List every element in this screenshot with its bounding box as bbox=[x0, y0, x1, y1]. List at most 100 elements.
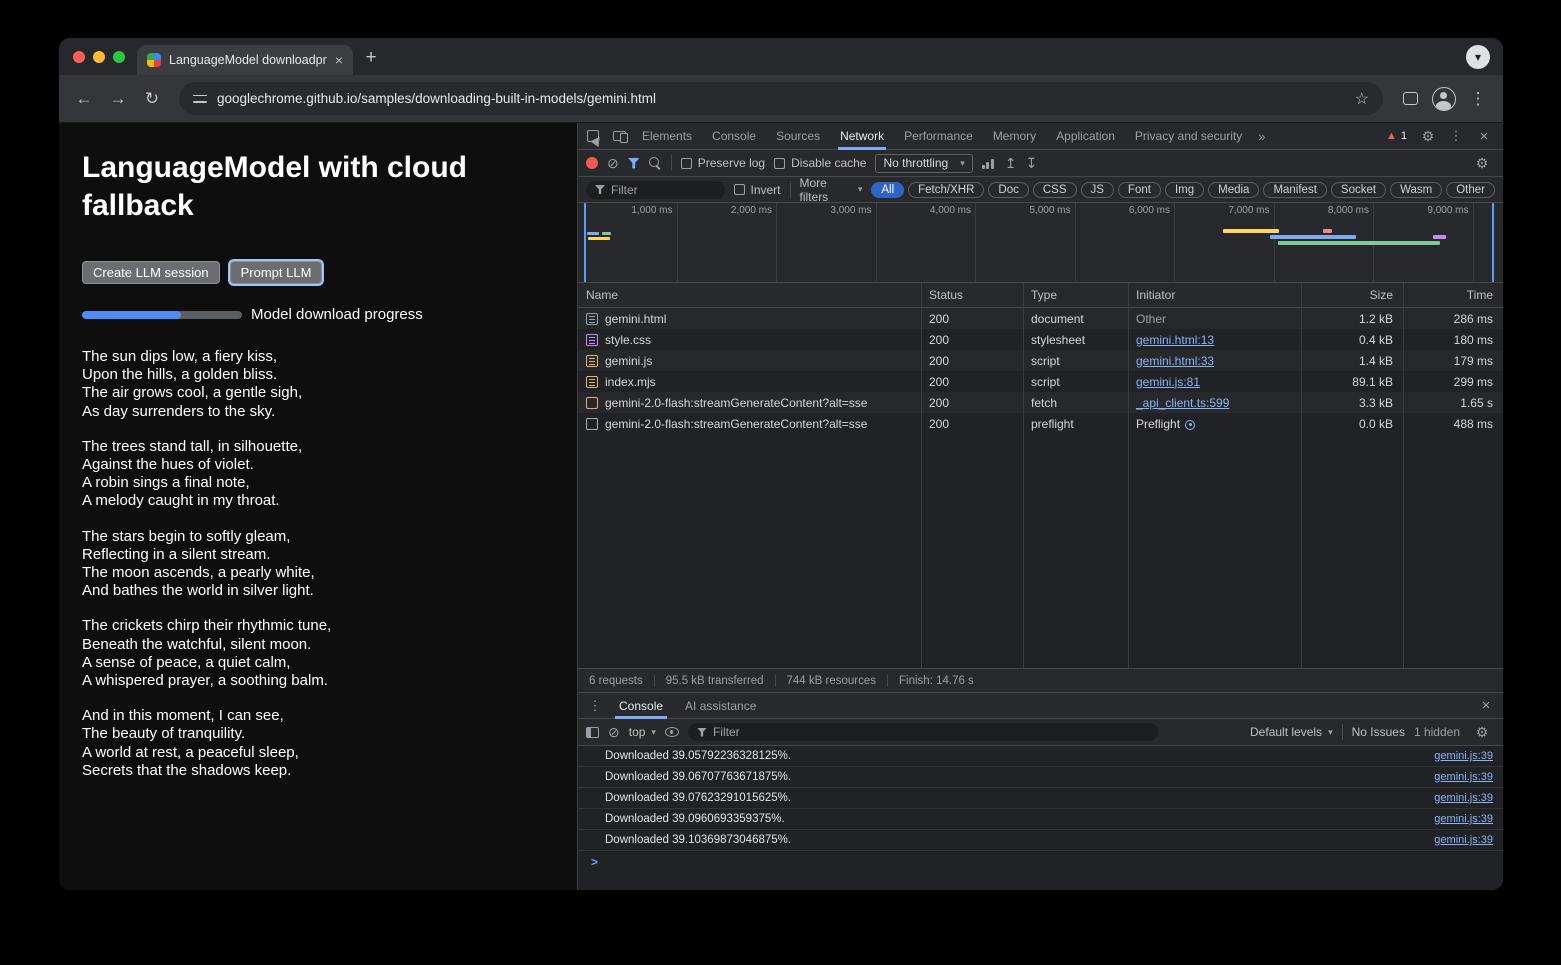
bookmark-star-icon[interactable]: ☆ bbox=[1355, 89, 1369, 109]
preflight-info-icon[interactable] bbox=[1185, 420, 1195, 430]
console-message[interactable]: Downloaded 39.0960693359375%. gemini.js:… bbox=[578, 809, 1503, 830]
devtools-tab-memory[interactable]: Memory bbox=[983, 123, 1046, 150]
filter-pill-doc[interactable]: Doc bbox=[988, 182, 1028, 198]
message-source-link[interactable]: gemini.js:39 bbox=[1434, 750, 1493, 762]
console-message[interactable]: Downloaded 39.07623291015625%. gemini.js… bbox=[578, 788, 1503, 809]
url-text[interactable]: googlechrome.github.io/samples/downloadi… bbox=[217, 91, 1345, 106]
throttling-select[interactable]: No throttling ▾ bbox=[875, 154, 972, 173]
drawer-tab-console[interactable]: Console bbox=[608, 693, 674, 719]
column-header-status[interactable]: Status bbox=[921, 288, 1023, 302]
column-header-initiator[interactable]: Initiator bbox=[1128, 288, 1301, 302]
network-settings-icon[interactable]: ⚙ bbox=[1469, 150, 1495, 176]
message-source-link[interactable]: gemini.js:39 bbox=[1434, 813, 1493, 825]
console-prompt[interactable]: > bbox=[578, 851, 1503, 873]
network-conditions-icon[interactable] bbox=[982, 158, 996, 169]
preserve-log-toggle[interactable]: Preserve log bbox=[681, 156, 765, 170]
extensions-icon[interactable] bbox=[1395, 84, 1425, 114]
network-filter-input[interactable]: Filter bbox=[586, 181, 725, 199]
console-message[interactable]: Downloaded 39.06707763671875%. gemini.js… bbox=[578, 767, 1503, 788]
message-source-link[interactable]: gemini.js:39 bbox=[1434, 771, 1493, 783]
record-icon[interactable] bbox=[586, 157, 598, 169]
request-initiator[interactable]: Preflight bbox=[1136, 417, 1180, 431]
drawer-tab-ai-assistance[interactable]: AI assistance bbox=[674, 693, 767, 719]
filter-pill-all[interactable]: All bbox=[871, 182, 904, 198]
filter-pill-js[interactable]: JS bbox=[1081, 182, 1114, 198]
console-message[interactable]: Downloaded 39.05792236328125%. gemini.js… bbox=[578, 746, 1503, 767]
minimize-window-button[interactable] bbox=[93, 51, 105, 63]
filter-pill-fetchxhr[interactable]: Fetch/XHR bbox=[908, 182, 984, 198]
devtools-close-icon[interactable]: × bbox=[1471, 128, 1497, 145]
column-header-type[interactable]: Type bbox=[1023, 288, 1128, 302]
filter-funnel-icon[interactable] bbox=[628, 158, 640, 169]
table-row[interactable]: style.css 200 stylesheet gemini.html:13 … bbox=[578, 329, 1503, 350]
drawer-menu-icon[interactable]: ⋮ bbox=[582, 693, 608, 718]
message-source-link[interactable]: gemini.js:39 bbox=[1434, 834, 1493, 846]
clear-network-icon[interactable]: ⊘ bbox=[607, 156, 619, 170]
reload-button[interactable]: ↻ bbox=[137, 84, 167, 114]
inspect-element-icon[interactable] bbox=[580, 123, 606, 149]
devtools-tab-privacy[interactable]: Privacy and security bbox=[1125, 123, 1252, 150]
devtools-tab-network[interactable]: Network bbox=[830, 123, 894, 150]
devtools-tab-sources[interactable]: Sources bbox=[766, 123, 830, 150]
console-filter-input[interactable]: Filter bbox=[688, 723, 1158, 741]
filter-pill-socket[interactable]: Socket bbox=[1331, 182, 1386, 198]
column-header-size[interactable]: Size bbox=[1301, 288, 1403, 302]
browser-tab[interactable]: LanguageModel downloadpro × bbox=[137, 45, 353, 75]
filter-pill-other[interactable]: Other bbox=[1446, 182, 1495, 198]
devtools-tab-console[interactable]: Console bbox=[702, 123, 766, 150]
import-har-icon[interactable]: ↥ bbox=[1005, 156, 1017, 170]
timeline-overview[interactable]: 1,000 ms 2,000 ms 3,000 ms 4,000 ms 5,00… bbox=[578, 203, 1503, 283]
tab-search-button[interactable]: ▾ bbox=[1466, 45, 1490, 69]
settings-gear-icon[interactable]: ⚙ bbox=[1415, 128, 1441, 145]
column-header-name[interactable]: Name bbox=[578, 288, 921, 302]
message-source-link[interactable]: gemini.js:39 bbox=[1434, 792, 1493, 804]
table-row[interactable]: gemini-2.0-flash:streamGenerateContent?a… bbox=[578, 413, 1503, 434]
request-initiator-link[interactable]: gemini.html:13 bbox=[1136, 333, 1214, 347]
context-selector[interactable]: top ▾ bbox=[629, 725, 656, 739]
request-initiator-link[interactable]: gemini.js:81 bbox=[1136, 375, 1200, 389]
profile-avatar[interactable] bbox=[1429, 84, 1459, 114]
devtools-tab-performance[interactable]: Performance bbox=[894, 123, 983, 150]
device-toolbar-icon[interactable] bbox=[606, 123, 632, 149]
filter-pill-font[interactable]: Font bbox=[1118, 182, 1161, 198]
column-header-time[interactable]: Time bbox=[1403, 288, 1503, 302]
table-row[interactable]: index.mjs 200 script gemini.js:81 89.1 k… bbox=[578, 371, 1503, 392]
filter-pill-manifest[interactable]: Manifest bbox=[1263, 182, 1326, 198]
filter-pill-css[interactable]: CSS bbox=[1033, 182, 1077, 198]
disable-cache-toggle[interactable]: Disable cache bbox=[774, 156, 866, 170]
overview-right-handle[interactable] bbox=[1492, 203, 1494, 282]
console-message[interactable]: Downloaded 39.10369873046875%. gemini.js… bbox=[578, 830, 1503, 851]
filter-pill-media[interactable]: Media bbox=[1208, 182, 1259, 198]
tab-close-icon[interactable]: × bbox=[335, 52, 343, 68]
preserve-log-checkbox[interactable] bbox=[681, 158, 692, 169]
search-icon[interactable] bbox=[649, 157, 662, 170]
forward-button[interactable]: → bbox=[103, 84, 133, 114]
more-filters-button[interactable]: More filters ▾ bbox=[800, 176, 863, 204]
devtools-tab-elements[interactable]: Elements bbox=[632, 123, 702, 150]
table-row[interactable]: gemini.js 200 script gemini.html:33 1.4 … bbox=[578, 350, 1503, 371]
close-window-button[interactable] bbox=[73, 51, 85, 63]
export-har-icon[interactable]: ↧ bbox=[1025, 156, 1037, 170]
create-llm-session-button[interactable]: Create LLM session bbox=[82, 261, 220, 284]
disable-cache-checkbox[interactable] bbox=[774, 158, 785, 169]
invert-toggle[interactable]: Invert bbox=[734, 183, 781, 197]
error-badge[interactable]: ▲ 1 bbox=[1380, 130, 1413, 142]
default-levels-select[interactable]: Default levels ▾ bbox=[1250, 725, 1333, 739]
devtools-tab-application[interactable]: Application bbox=[1046, 123, 1125, 150]
table-row[interactable]: gemini.html 200 document Other 1.2 kB 28… bbox=[578, 308, 1503, 329]
prompt-llm-button[interactable]: Prompt LLM bbox=[230, 261, 323, 284]
live-expression-eye-icon[interactable] bbox=[665, 727, 679, 737]
request-initiator-link[interactable]: _api_client.ts:599 bbox=[1136, 396, 1229, 410]
zoom-window-button[interactable] bbox=[113, 51, 125, 63]
more-tabs-icon[interactable]: » bbox=[1252, 129, 1271, 144]
new-tab-button[interactable]: + bbox=[357, 44, 385, 72]
drawer-close-icon[interactable]: × bbox=[1473, 693, 1499, 718]
site-info-icon[interactable] bbox=[193, 93, 207, 105]
browser-menu-icon[interactable]: ⋮ bbox=[1463, 84, 1493, 114]
table-row[interactable]: gemini-2.0-flash:streamGenerateContent?a… bbox=[578, 392, 1503, 413]
no-issues-label[interactable]: No Issues bbox=[1352, 725, 1405, 739]
invert-checkbox[interactable] bbox=[734, 184, 745, 195]
devtools-menu-icon[interactable]: ⋮ bbox=[1443, 128, 1469, 144]
clear-console-icon[interactable]: ⊘ bbox=[608, 725, 620, 739]
filter-pill-img[interactable]: Img bbox=[1165, 182, 1204, 198]
